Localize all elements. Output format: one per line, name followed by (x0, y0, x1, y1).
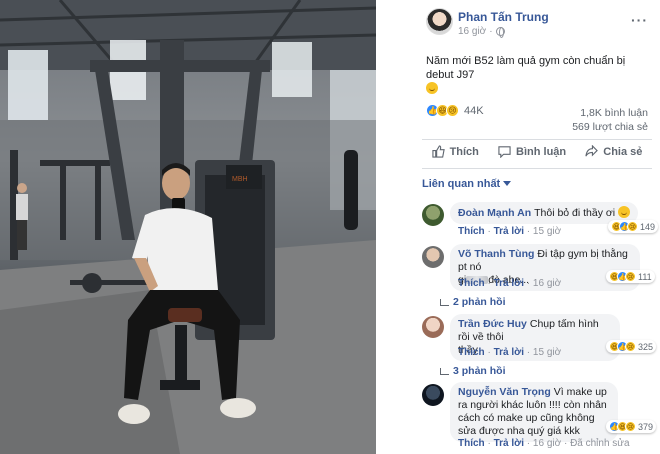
comment-like-link[interactable]: Thích (458, 278, 485, 289)
svg-text:MBH: MBH (232, 176, 248, 183)
comment-bubble: Nguyễn Văn Trọng Vì make up ra người khác… (450, 382, 618, 442)
comment-reply-link[interactable]: Trả lời (494, 226, 524, 237)
caret-down-icon (503, 181, 512, 186)
smile-emoji-icon (426, 82, 438, 94)
replies-count: 2 phản hồi (453, 296, 506, 308)
post-time[interactable]: 16 giờ (458, 26, 486, 37)
commenter-avatar[interactable] (422, 316, 444, 338)
reaction-summary[interactable]: 👍 😆 😢 44K (426, 104, 484, 117)
commenter-avatar[interactable] (422, 384, 444, 406)
comment-text-part: cách có make up cũng không (458, 412, 595, 424)
comment-item: Trần Đức Huy Chụp tấm hình rồi về thôi th… (422, 314, 657, 378)
share-label: Chia sẻ (603, 145, 643, 158)
comment-footer: Thích · Trả lời · 15 giờ (458, 347, 562, 358)
comment-filter-dropdown[interactable]: Liên quan nhất (422, 178, 512, 190)
comment-time[interactable]: 15 giờ (533, 226, 561, 237)
view-replies-link[interactable]: 3 phản hồi (440, 365, 506, 377)
comment-text: Vì make up (553, 386, 607, 398)
filter-label: Liên quan nhất (422, 178, 501, 190)
comment-text: Thôi bỏ đi thầy ơi (534, 207, 616, 219)
sad-reaction-icon: 😢 (625, 341, 636, 352)
comment-footer: Thích · Trả lời · 15 giờ (458, 226, 562, 237)
sad-reaction-icon: 😢 (627, 221, 638, 232)
comment-button[interactable]: Bình luận (498, 145, 566, 158)
post-photo[interactable]: MBH (0, 0, 376, 454)
comment-reactions[interactable]: 😆 👍 😢 325 (606, 340, 657, 353)
like-label: Thích (449, 145, 479, 158)
thumbs-up-icon (431, 145, 445, 158)
sad-reaction-icon: 😢 (625, 421, 636, 432)
comment-text-part: sửa được nha quý giá kkk (458, 425, 580, 437)
post-stats: 1,8K bình luận 569 lượt chia sẻ (572, 106, 648, 134)
comment-item: Nguyễn Văn Trọng Vì make up ra người khác… (422, 382, 657, 454)
commenter-name[interactable]: Đoàn Mạnh An (458, 207, 531, 219)
comment-label: Bình luận (516, 145, 567, 158)
comment-like-link[interactable]: Thích (458, 347, 485, 358)
author-name[interactable]: Phan Tấn Trung (458, 10, 549, 24)
comment-item: Võ Thanh Tùng Đi tập gym bị thằng pt nó g… (422, 244, 655, 310)
more-options-icon[interactable]: ··· (631, 12, 648, 28)
comment-footer: Thích · Trả lời · 16 giờ · Đã chỉnh sửa (458, 438, 630, 449)
post-header: Phan Tấn Trung 16 giờ · ··· (376, 0, 660, 40)
comment-item: Đoàn Mạnh An Thôi bỏ đi thầy ơi 😆 👍 😢 149… (422, 202, 659, 242)
post-meta: 16 giờ · (458, 26, 505, 38)
comment-reply-link[interactable]: Trả lời (494, 438, 524, 449)
commenter-avatar[interactable] (422, 204, 444, 226)
commenter-avatar[interactable] (422, 246, 444, 268)
post-caption: Năm mới B52 làm quả gym còn chuẩn bị deb… (426, 54, 646, 96)
author-avatar[interactable] (426, 8, 453, 35)
comment-text-part: ra người khác luôn !!!! còn nhân (458, 399, 607, 411)
reaction-count: 325 (638, 341, 654, 352)
replies-count: 3 phản hồi (453, 365, 506, 377)
sad-face-emoji-icon (618, 206, 631, 218)
comment-time[interactable]: 15 giờ (533, 347, 561, 358)
reaction-count: 44K (464, 104, 484, 117)
caption-text: Năm mới B52 làm quả gym còn chuẩn bị deb… (426, 55, 626, 81)
action-bar: Thích Bình luận Chia sẻ (422, 145, 652, 158)
comment-icon (498, 146, 511, 158)
comment-like-link[interactable]: Thích (458, 226, 485, 237)
comment-like-link[interactable]: Thích (458, 438, 485, 449)
commenter-name[interactable]: Trần Đức Huy (458, 318, 527, 330)
shares-count[interactable]: 569 lượt chia sẻ (572, 120, 648, 134)
gym-selfie-image: MBH (0, 0, 376, 454)
sad-reaction-icon: 😢 (625, 271, 636, 282)
comment-reactions[interactable]: 😆 👍 😢 149 (608, 220, 659, 233)
comment-footer: Thích · Trả lời · 16 giờ (458, 278, 562, 289)
comment-reactions[interactable]: 😆 👍 😢 111 (606, 270, 655, 283)
comment-reply-link[interactable]: Trả lời (494, 347, 524, 358)
comments-count[interactable]: 1,8K bình luận (572, 106, 648, 120)
divider (422, 139, 652, 140)
sad-reaction-icon: 😢 (446, 104, 459, 117)
comment-time[interactable]: 16 giờ (533, 438, 561, 449)
view-replies-link[interactable]: 2 phản hồi (440, 296, 506, 308)
reaction-count: 149 (640, 221, 656, 232)
reaction-count: 379 (638, 421, 654, 432)
edited-label[interactable]: Đã chỉnh sửa (570, 438, 630, 449)
commenter-name[interactable]: Võ Thanh Tùng (458, 248, 534, 260)
comment-time[interactable]: 16 giờ (533, 278, 561, 289)
reaction-count: 111 (638, 271, 652, 282)
share-button[interactable]: Chia sẻ (585, 145, 642, 158)
reply-arrow-icon (440, 298, 449, 306)
comment-reactions[interactable]: 👍 😆 😢 379 (606, 420, 657, 433)
divider (422, 168, 652, 169)
commenter-name[interactable]: Nguyễn Văn Trọng (458, 386, 551, 398)
like-button[interactable]: Thích (431, 145, 479, 158)
reply-arrow-icon (440, 367, 449, 375)
post-side-panel: Phan Tấn Trung 16 giờ · ··· Năm mới B52 … (376, 0, 660, 454)
globe-icon (495, 27, 505, 38)
share-icon (585, 145, 599, 157)
comment-reply-link[interactable]: Trả lời (494, 278, 524, 289)
